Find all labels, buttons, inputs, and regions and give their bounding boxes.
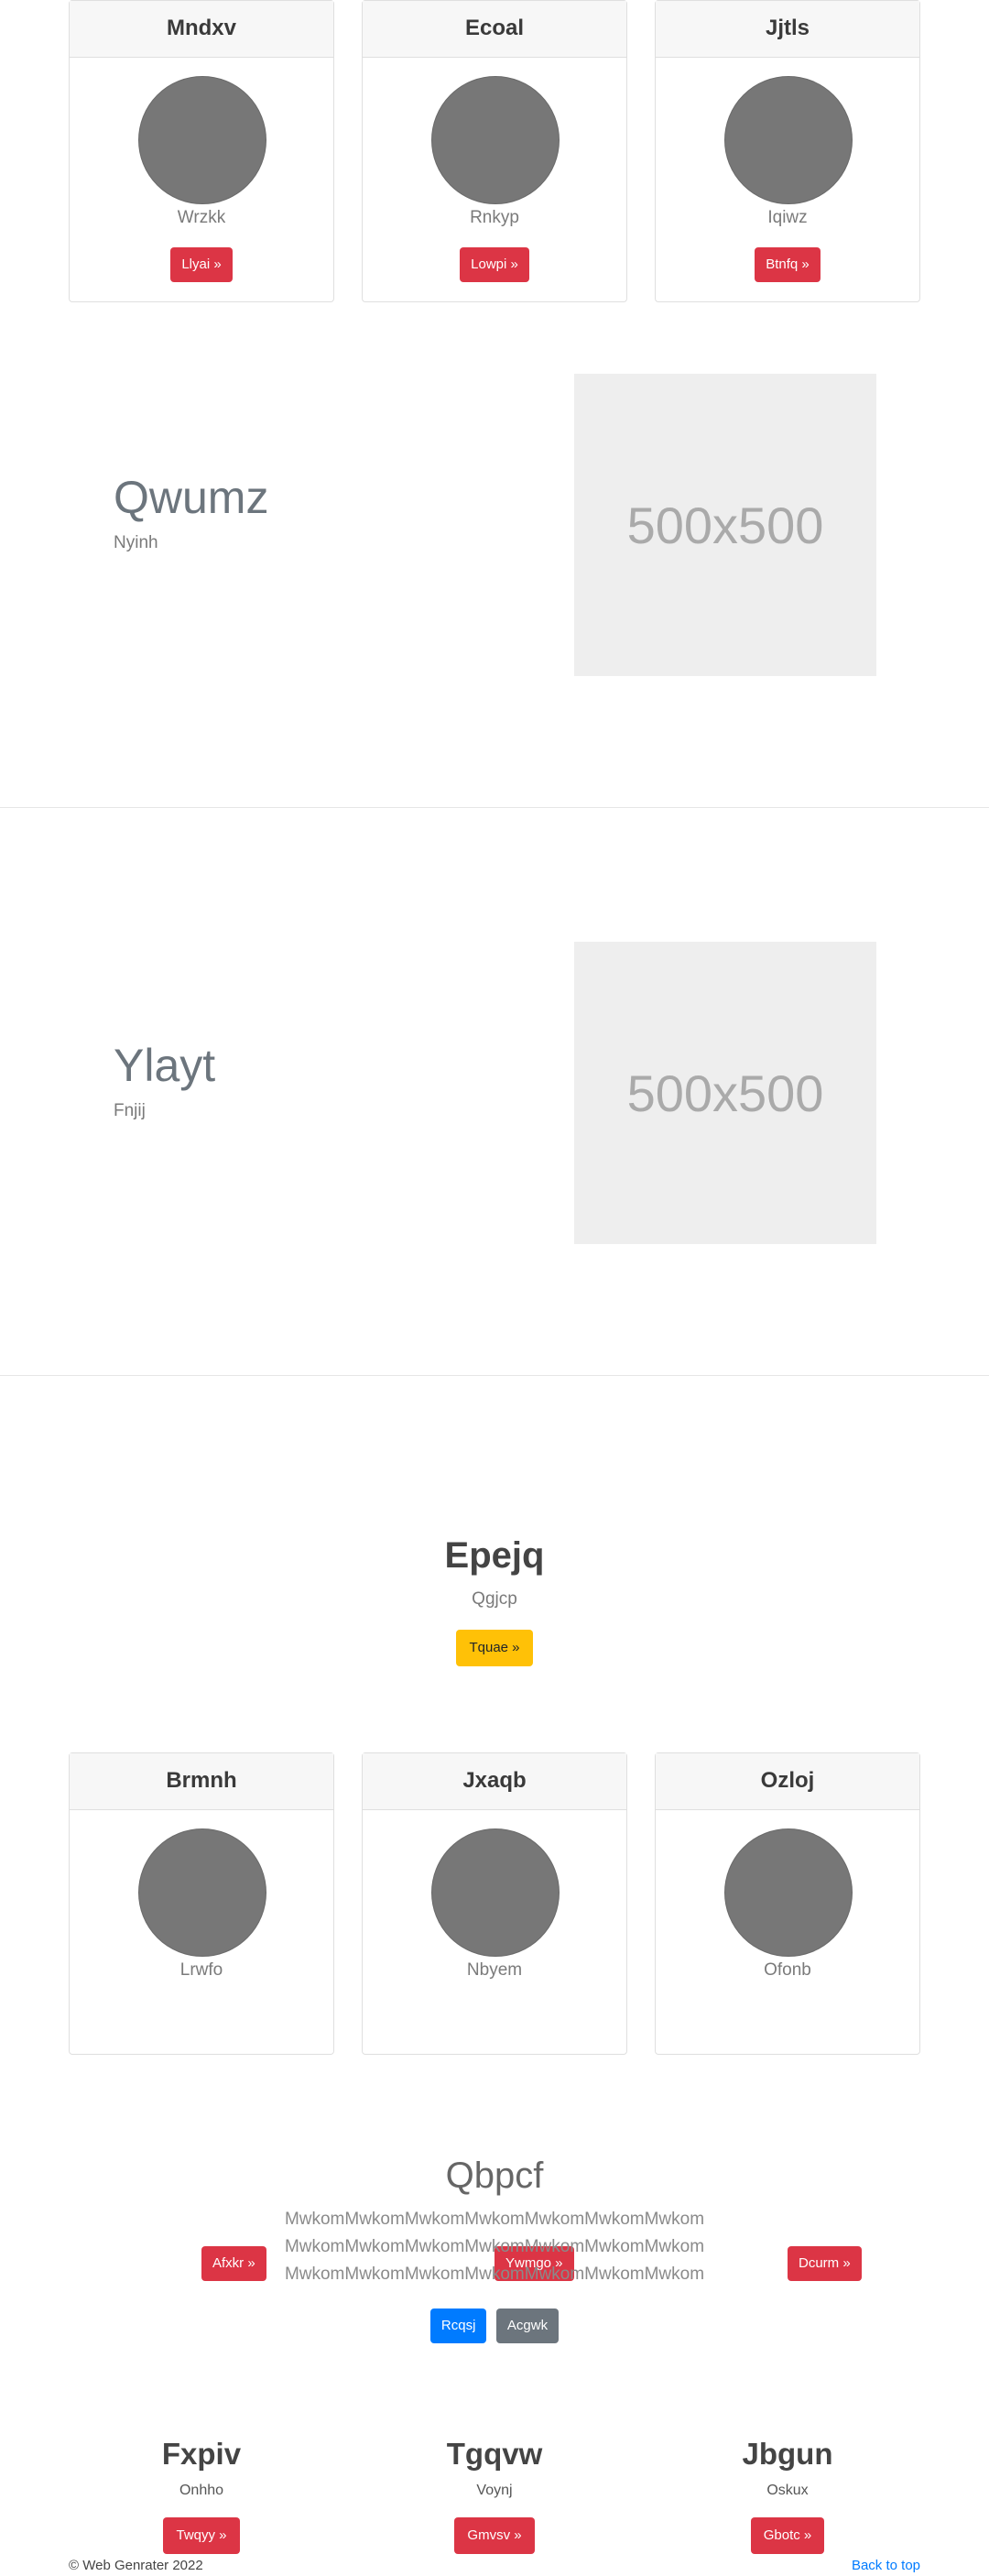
jumbotron-line: MwkomMwkomMwkomMwkomMwkomMwkomMwkom bbox=[284, 2265, 705, 2284]
avatar bbox=[431, 1828, 560, 1957]
card-title: Brmnh bbox=[70, 1753, 333, 1810]
feature-image-placeholder: 500x500 bbox=[574, 374, 876, 676]
column-title: Jbgun bbox=[742, 2437, 833, 2471]
feature-image-placeholder: 500x500 bbox=[574, 942, 876, 1244]
feature-subtitle: Fnjij bbox=[114, 1101, 146, 1120]
footer-copyright: © Web Genrater 2022 bbox=[69, 2558, 203, 2573]
column-button[interactable]: Gmvsv » bbox=[454, 2517, 535, 2554]
feature-title: Qwumz bbox=[114, 472, 269, 523]
avatar bbox=[138, 76, 266, 204]
avatar bbox=[724, 76, 853, 204]
feature-subtitle: Nyinh bbox=[114, 533, 158, 552]
column-button[interactable]: Twqyy » bbox=[163, 2517, 240, 2554]
jumbotron-section: Qbpcf MwkomMwkomMwkomMwkomMwkomMwkomMwko… bbox=[0, 2156, 989, 2343]
column-title: Tgqvw bbox=[446, 2437, 543, 2471]
card-subtitle: Rnkyp bbox=[470, 208, 519, 227]
column: Fxpiv Onhho Twqyy » bbox=[60, 2437, 343, 2554]
hero-button[interactable]: Tquae » bbox=[456, 1630, 533, 1666]
card: Ozloj Ofonb Dcurm » bbox=[655, 1752, 920, 2281]
card-title: Jjtls bbox=[656, 1, 919, 58]
back-to-top-link[interactable]: Back to top bbox=[852, 2558, 920, 2573]
card-subtitle: Nbyem bbox=[466, 1960, 523, 1980]
avatar bbox=[431, 76, 560, 204]
feature-title: Ylayt bbox=[114, 1040, 216, 1091]
hero-title: Epejq bbox=[444, 1535, 545, 1576]
jumbotron-title: Qbpcf bbox=[445, 2156, 544, 2196]
feature-section: Qwumz Nyinh 500x500 bbox=[0, 240, 989, 808]
avatar bbox=[138, 1828, 266, 1957]
column-subtitle: Onhho bbox=[179, 2483, 224, 2498]
column-button[interactable]: Gbotc » bbox=[750, 2517, 825, 2554]
feature-section: Ylayt Fnjij 500x500 bbox=[0, 808, 989, 1376]
hero-section: Epejq Qgjcp Tquae » bbox=[0, 1535, 989, 1666]
card-subtitle: Ofonb bbox=[764, 1960, 811, 1980]
avatar bbox=[724, 1828, 853, 1957]
jumbotron-line: MwkomMwkomMwkomMwkomMwkomMwkomMwkom bbox=[284, 2237, 705, 2256]
bottom-card-row: Brmnh Lrwfo Afxkr » Jxaqb Nbyem Ywmgo » … bbox=[69, 1752, 920, 2281]
card-title: Jxaqb bbox=[363, 1753, 626, 1810]
column: Jbgun Oskux Gbotc » bbox=[646, 2437, 929, 2554]
card-title: Ecoal bbox=[363, 1, 626, 58]
column: Tgqvw Voynj Gmvsv » bbox=[353, 2437, 636, 2554]
card-title: Ozloj bbox=[656, 1753, 919, 1810]
column-subtitle: Oskux bbox=[766, 2483, 809, 2498]
card-subtitle: Wrzkk bbox=[177, 208, 226, 227]
secondary-button[interactable]: Acgwk bbox=[495, 2309, 560, 2343]
card-subtitle: Lrwfo bbox=[179, 1960, 223, 1980]
card-subtitle: Iqiwz bbox=[767, 208, 808, 227]
card: Brmnh Lrwfo Afxkr » bbox=[69, 1752, 334, 2281]
card: Jxaqb Nbyem Ywmgo » bbox=[362, 1752, 627, 2281]
jumbotron-line: MwkomMwkomMwkomMwkomMwkomMwkomMwkom bbox=[284, 2210, 705, 2229]
hero-subtitle: Qgjcp bbox=[472, 1589, 517, 1609]
primary-button[interactable]: Rcqsj bbox=[429, 2309, 487, 2343]
column-subtitle: Voynj bbox=[476, 2483, 513, 2498]
column-title: Fxpiv bbox=[161, 2437, 242, 2471]
card-title: Mndxv bbox=[70, 1, 333, 58]
